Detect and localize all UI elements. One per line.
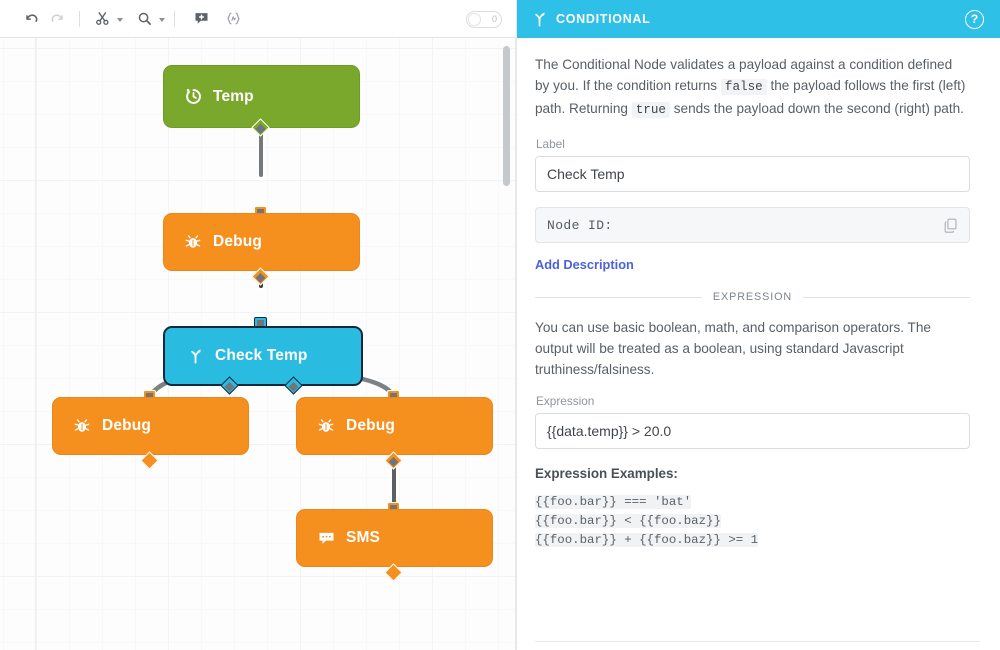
expression-example-line: {{foo.bar}} === 'bat' [535,495,692,509]
branch-icon [531,11,547,27]
expression-field-caption: Expression [536,394,595,408]
node-label: Debug [102,417,151,434]
flow-node-debug3[interactable]: Debug [296,397,493,455]
conditional-description: The Conditional Node validates a payload… [535,54,970,121]
panel-title: CONDITIONAL [556,12,651,26]
add-comment-icon [195,13,207,24]
label-field-caption: Label [536,137,565,151]
canvas-vertical-scrollbar[interactable] [503,46,510,186]
node-label: SMS [346,529,381,546]
app-root: 0 Temp Debug Check Temp Debug Debug SMS … [0,0,1000,650]
panel-header: CONDITIONAL ? [517,0,1000,38]
expression-input[interactable] [535,413,970,449]
description-code-true: true [631,102,670,118]
flow-node-debug1[interactable]: Debug [163,213,360,271]
node-id-text: Node ID: [547,217,613,233]
bug-icon [73,417,91,435]
bug-icon [317,417,335,435]
expression-example-line: {{foo.bar}} + {{foo.baz}} >= 1 [535,533,759,547]
debug-panel-toggle[interactable]: 0 [466,11,502,28]
undo-button[interactable] [18,6,44,32]
redo-icon [51,14,63,22]
magnifier-icon [138,12,151,25]
label-input[interactable] [535,156,970,192]
sms-icon [317,529,335,547]
mustache-template-button[interactable] [220,6,246,32]
toggle-marker: 0 [491,14,497,24]
toggle-knob [468,13,481,26]
cut-button[interactable] [89,6,123,32]
brackets-icon [226,12,240,25]
node-label: Check Temp [215,347,308,364]
expression-examples-title: Expression Examples: [535,466,678,481]
branch-icon [186,347,204,365]
zoom-button[interactable] [131,6,165,32]
toolbar-divider-2 [174,10,175,27]
description-part-3: sends the payload down the second (right… [669,101,964,116]
scissors-icon [95,12,108,25]
node-id-field: Node ID: [535,207,970,243]
add-description-link[interactable]: Add Description [535,257,634,272]
flow-editor: 0 Temp Debug Check Temp Debug Debug SMS [0,0,516,650]
node-label: Debug [346,417,395,434]
expression-section-title: EXPRESSION [712,291,793,303]
panel-bottom-divider [535,641,980,642]
expression-example-line: {{foo.bar}} < {{foo.baz}} [535,514,721,528]
editor-toolbar: 0 [0,0,516,38]
zoom-dropdown-caret[interactable] [159,18,165,22]
toolbar-divider-1 [79,10,80,27]
description-code-false: false [720,79,767,95]
help-icon[interactable]: ? [965,9,984,29]
undo-icon [25,14,37,22]
flow-node-sms[interactable]: SMS [296,509,493,567]
expression-section-divider: EXPRESSION [535,291,971,303]
properties-panel: CONDITIONAL ? The Conditional Node valid… [516,0,1000,650]
add-comment-button[interactable] [188,6,214,32]
bug-icon [184,233,202,251]
flow-node-debug2[interactable]: Debug [52,397,249,455]
flow-node-checktemp[interactable]: Check Temp [163,326,363,386]
redo-button[interactable] [44,6,70,32]
expression-help-text: You can use basic boolean, math, and com… [535,320,931,377]
cut-dropdown-caret[interactable] [117,18,123,22]
divider-line-left [535,296,702,298]
copy-icon[interactable] [944,218,958,233]
node-label: Debug [213,233,262,250]
canvas-gutter-line [35,38,36,650]
panel-body: The Conditional Node validates a payload… [517,38,1000,650]
timer-icon [184,88,202,106]
flow-canvas[interactable]: Temp Debug Check Temp Debug Debug SMS [0,38,516,650]
divider-line-right [803,296,971,298]
node-label: Temp [213,87,254,105]
